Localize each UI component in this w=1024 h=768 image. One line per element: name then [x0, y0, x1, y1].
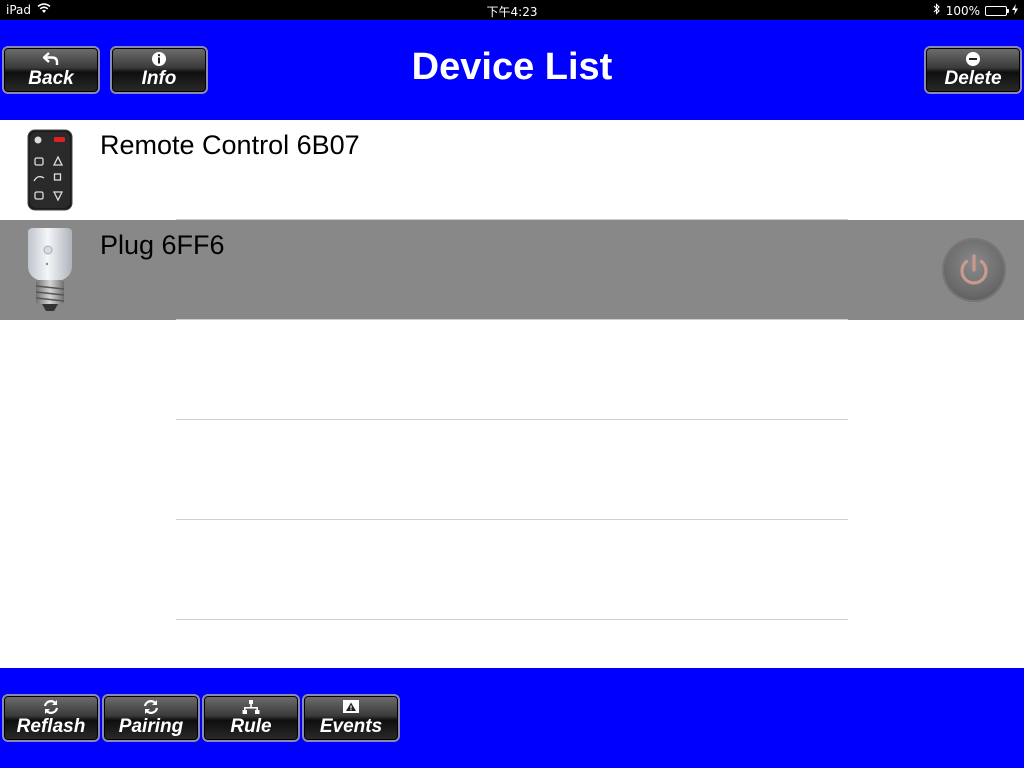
- bluetooth-icon: [933, 3, 941, 18]
- navigation-bar: Back Info Device List Delete: [0, 20, 1024, 120]
- events-button[interactable]: Events: [302, 694, 400, 742]
- device-list: Remote Control 6B07 Plug 6FF6: [0, 120, 1024, 668]
- power-icon: [954, 250, 994, 295]
- page-title: Device List: [411, 46, 613, 88]
- status-time: 下午4:23: [486, 5, 538, 19]
- device-name: Plug 6FF6: [100, 230, 225, 260]
- refresh-button[interactable]: Reflash: [2, 694, 100, 742]
- status-bar: iPad 下午4:23 100%: [0, 0, 1024, 20]
- refresh-button-label: Reflash: [16, 716, 86, 737]
- power-toggle-button[interactable]: [942, 238, 1006, 302]
- row-divider: [176, 219, 848, 220]
- pairing-button-label: Pairing: [118, 716, 184, 737]
- refresh-icon: [4, 699, 98, 717]
- row-divider: [176, 619, 848, 620]
- events-button-label: Events: [319, 716, 383, 737]
- device-row-plug[interactable]: Plug 6FF6: [0, 220, 1024, 320]
- bottom-toolbar: Reflash Pairing Rule Events: [0, 668, 1024, 768]
- battery-icon: [985, 5, 1009, 16]
- row-divider: [176, 419, 848, 420]
- hierarchy-icon: [204, 699, 298, 717]
- alert-icon: [304, 699, 398, 717]
- charging-icon: [1012, 3, 1018, 18]
- minus-circle-icon: [926, 51, 1020, 69]
- pairing-button[interactable]: Pairing: [102, 694, 200, 742]
- delete-button-label: Delete: [944, 68, 1002, 89]
- device-name: Remote Control 6B07: [100, 130, 360, 160]
- battery-percent: 100%: [945, 3, 980, 18]
- smart-plug-icon: [22, 228, 78, 317]
- delete-button[interactable]: Delete: [924, 46, 1022, 94]
- rule-button[interactable]: Rule: [202, 694, 300, 742]
- remote-control-icon: [24, 128, 76, 217]
- device-row-remote-control[interactable]: Remote Control 6B07: [0, 120, 1024, 220]
- sync-icon: [104, 699, 198, 717]
- row-divider: [176, 319, 848, 320]
- row-divider: [176, 519, 848, 520]
- rule-button-label: Rule: [230, 716, 272, 737]
